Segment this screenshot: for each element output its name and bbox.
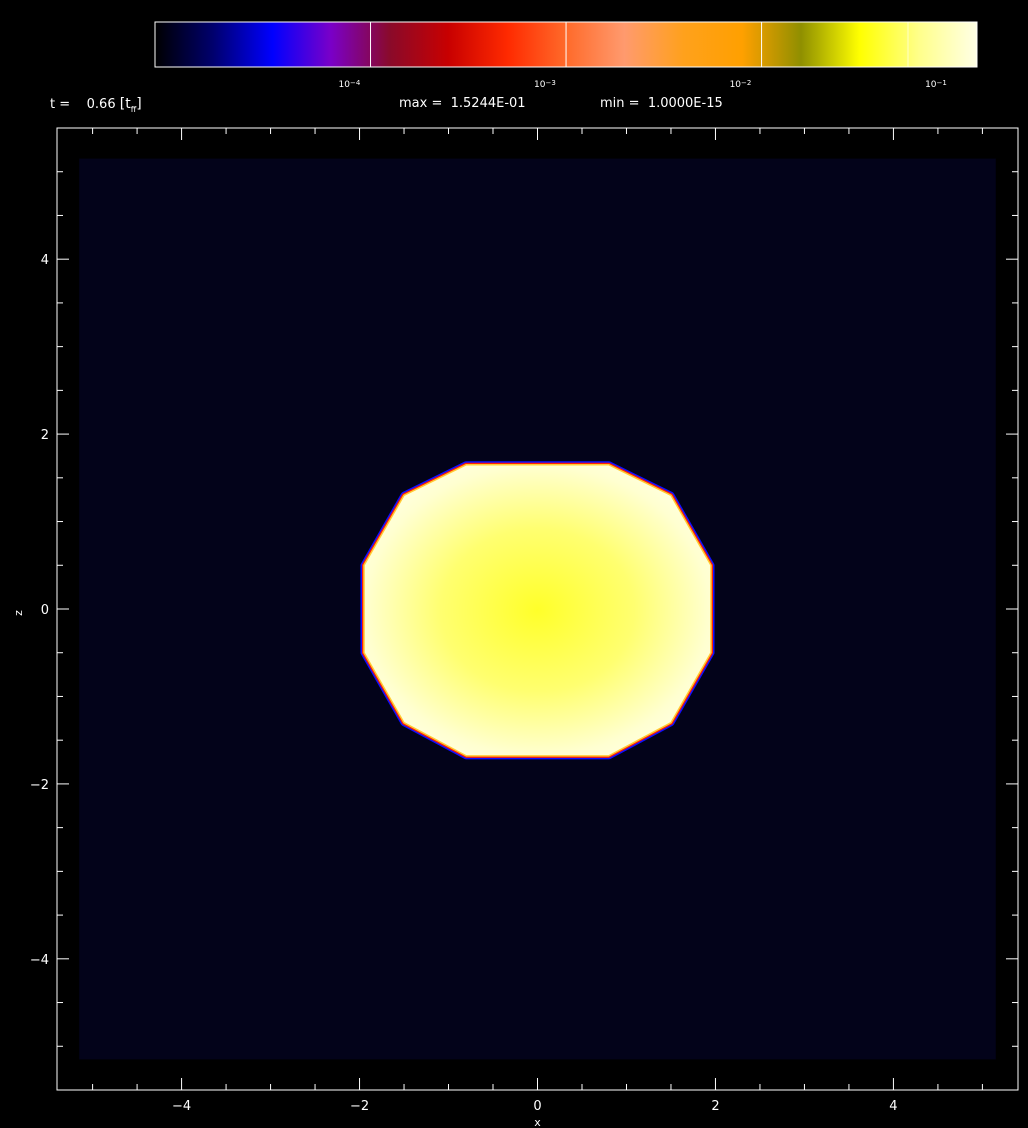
colorbar-tick-label: 10−2 xyxy=(729,79,752,90)
y-tick-label: −2 xyxy=(30,778,49,793)
min-label: min = xyxy=(600,96,640,111)
x-tick-label: −4 xyxy=(172,1099,191,1114)
density-field xyxy=(56,127,1019,1091)
x-tick-label: −2 xyxy=(350,1099,369,1114)
min-readout: min = 1.0000E-15 xyxy=(600,96,723,111)
min-value: 1.0000E-15 xyxy=(647,96,723,111)
x-axis-label: x xyxy=(534,1116,541,1128)
y-tick-label: 2 xyxy=(41,428,49,443)
max-label: max = xyxy=(399,96,443,111)
max-readout: max = 1.5244E-01 xyxy=(399,96,526,111)
x-tick-label: 0 xyxy=(533,1099,541,1114)
object-core xyxy=(363,463,712,757)
time-prefix: t = xyxy=(50,97,71,112)
time-readout: t = 0.66 [tff] xyxy=(50,96,142,114)
colorbar-tick-label: 10−1 xyxy=(925,79,947,90)
x-tick-label: 2 xyxy=(711,1099,719,1114)
y-tick-label: 4 xyxy=(41,253,49,268)
y-tick-label: 0 xyxy=(41,603,49,618)
colorbar xyxy=(154,21,978,68)
colorbar-tick-label: 10−3 xyxy=(534,79,556,90)
colorbar-tick-label: 10−4 xyxy=(338,79,361,90)
time-unit: [tff] xyxy=(119,96,142,114)
y-axis-label: z xyxy=(12,610,25,616)
y-tick-label: −4 xyxy=(30,953,49,968)
density-plot: −4 −2 0 2 4 −4 −2 0 2 4 x z xyxy=(12,21,1019,1128)
max-value: 1.5244E-01 xyxy=(450,96,526,111)
x-tick-label: 4 xyxy=(889,1099,897,1114)
time-value: 0.66 xyxy=(86,97,116,112)
